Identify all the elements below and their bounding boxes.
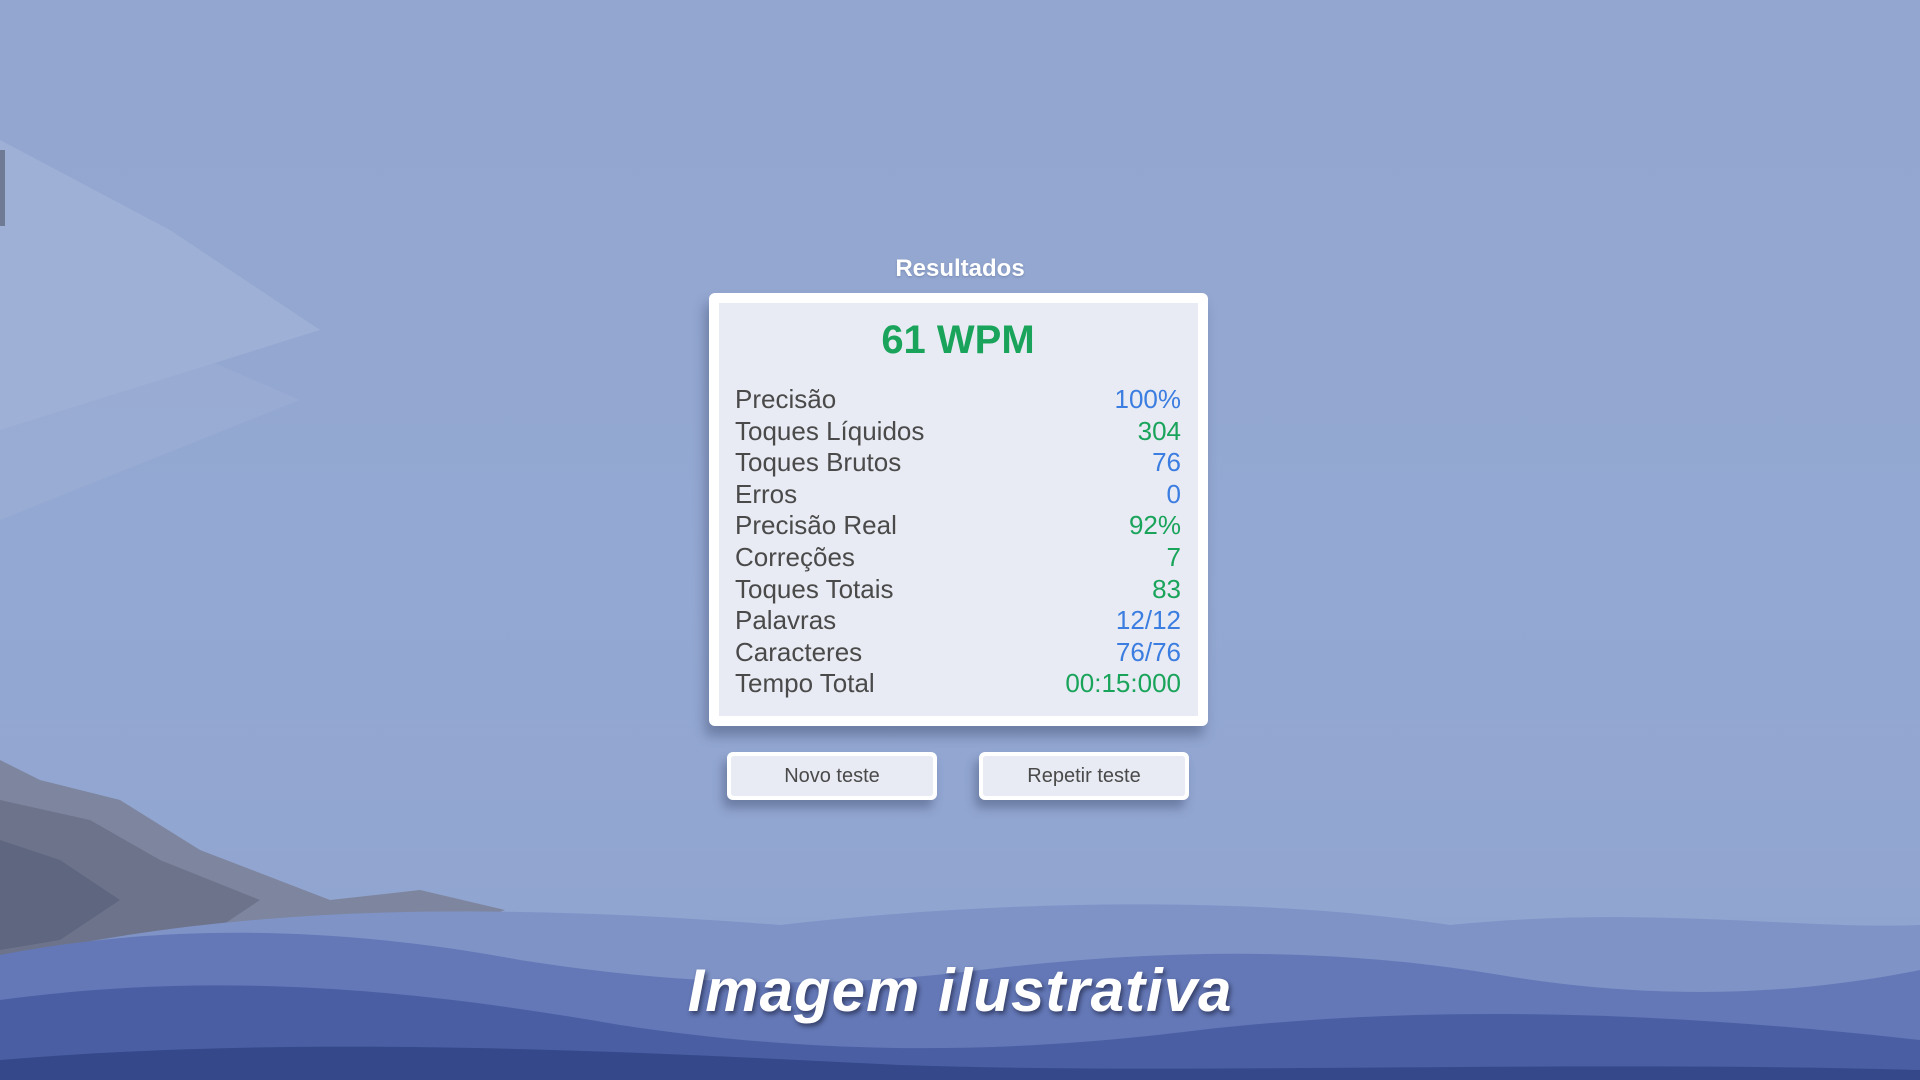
stat-row-gross-keystrokes: Toques Brutos 76: [735, 447, 1181, 479]
stat-value: 100%: [1114, 384, 1182, 414]
results-screen: Resultados 61 WPM Precisão 100% Toques L…: [0, 0, 1920, 1080]
illustrative-image-caption: Imagem ilustrativa: [687, 957, 1233, 1024]
side-edge-tab[interactable]: [0, 150, 5, 226]
stat-row-total-time: Tempo Total 00:15:000: [735, 668, 1181, 700]
stat-value: 0: [1166, 478, 1181, 509]
stat-value: 83: [1152, 573, 1181, 604]
stats-list: Precisão 100% Toques Líquidos 304 Toques…: [735, 384, 1181, 700]
stat-label: Erros: [735, 478, 798, 509]
stat-value: 7: [1166, 541, 1181, 572]
repeat-test-button-label: Repetir teste: [983, 756, 1185, 796]
stat-row-precision: Precisão 100%: [735, 384, 1181, 416]
stat-value: 76: [1152, 447, 1181, 478]
stat-label: Toques Brutos: [735, 447, 902, 478]
stat-row-errors: Erros 0: [735, 479, 1181, 511]
stat-label: Correções: [735, 541, 855, 572]
stat-row-words: Palavras 12/12: [735, 605, 1181, 637]
stat-label: Toques Totais: [735, 573, 894, 604]
stat-value: 76/76: [1115, 636, 1181, 667]
stat-row-corrections: Correções 7: [735, 542, 1181, 574]
stat-label: Precisão Real: [735, 510, 897, 541]
stat-value: 00:15:000: [1065, 668, 1181, 699]
results-card: 61 WPM Precisão 100% Toques Líquidos 304…: [709, 293, 1208, 726]
stat-label: Precisão: [735, 384, 837, 414]
repeat-test-button[interactable]: Repetir teste: [979, 752, 1189, 800]
stat-value: 12/12: [1115, 605, 1181, 636]
wpm-score: 61 WPM: [881, 318, 1035, 362]
stat-label: Toques Líquidos: [735, 415, 925, 446]
stat-row-real-precision: Precisão Real 92%: [735, 510, 1181, 542]
stat-value: 304: [1137, 415, 1181, 446]
stat-label: Caracteres: [735, 636, 863, 667]
results-panel: 61 WPM Precisão 100% Toques Líquidos 304…: [719, 303, 1198, 716]
new-test-button[interactable]: Novo teste: [727, 752, 937, 800]
stat-label: Tempo Total: [735, 668, 875, 699]
stat-row-characters: Caracteres 76/76: [735, 637, 1181, 669]
stat-label: Palavras: [735, 605, 837, 636]
stat-row-total-keystrokes: Toques Totais 83: [735, 574, 1181, 606]
stat-row-net-keystrokes: Toques Líquidos 304: [735, 416, 1181, 448]
results-title: Resultados: [895, 255, 1025, 282]
new-test-button-label: Novo teste: [731, 756, 933, 796]
stat-value: 92%: [1128, 510, 1181, 541]
